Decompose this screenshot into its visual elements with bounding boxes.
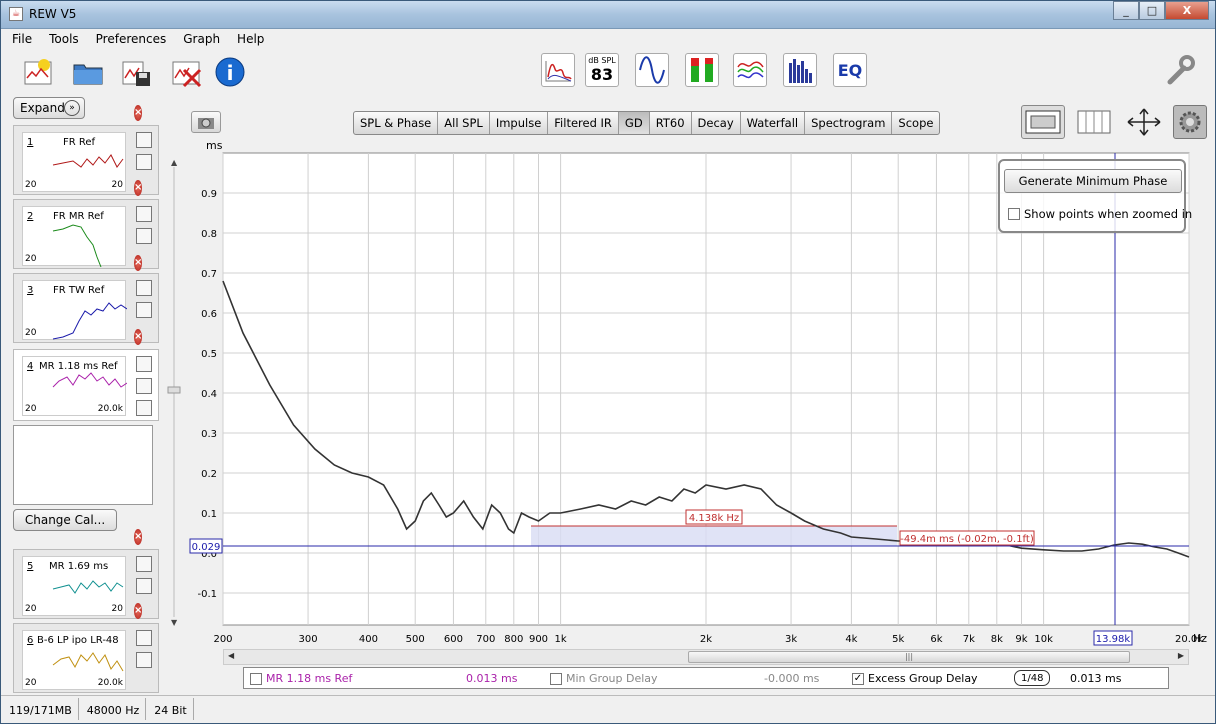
excess-gd-checkbox[interactable]: ✓ bbox=[852, 672, 864, 685]
y-tick-label: 0.9 bbox=[201, 189, 217, 200]
cursor-range-band bbox=[531, 526, 897, 546]
y-tick-label: -0.1 bbox=[197, 589, 217, 600]
trace-checkbox[interactable] bbox=[250, 672, 262, 685]
x-tick-label: 5k bbox=[892, 634, 904, 645]
excess-gd-toggle[interactable]: ✓ Excess Group Delay bbox=[852, 672, 978, 685]
x-tick-label: 900 bbox=[529, 634, 548, 645]
x-tick-label: 8k bbox=[991, 634, 1003, 645]
scroll-right-arrow[interactable]: ▶ bbox=[1178, 651, 1184, 660]
x-tick-label: 7k bbox=[963, 634, 975, 645]
x-tick-label: 1k bbox=[555, 634, 567, 645]
x-tick-label: 9k bbox=[1015, 634, 1027, 645]
cursor-x-value: 13.98k bbox=[1096, 634, 1131, 645]
x-tick-label: 400 bbox=[359, 634, 378, 645]
bit-depth: 24 Bit bbox=[146, 698, 194, 720]
min-gd-checkbox[interactable] bbox=[550, 672, 562, 685]
scroll-thumb[interactable]: ||| bbox=[688, 651, 1130, 663]
y-tick-label: 0.1 bbox=[201, 509, 217, 520]
x-axis-unit: Hz bbox=[1193, 632, 1207, 645]
x-tick-label: 300 bbox=[299, 634, 318, 645]
min-gd-value: -0.000 ms bbox=[764, 672, 820, 685]
sample-rate: 48000 Hz bbox=[79, 698, 147, 720]
status-bar: 119/171MB 48000 Hz 24 Bit bbox=[1, 695, 1215, 723]
app-window: ☕ REW V5 _ □ X File Tools Preferences Gr… bbox=[0, 0, 1216, 724]
show-points-row[interactable]: Show points when zoomed in bbox=[1008, 207, 1192, 221]
x-tick-label: 2k bbox=[700, 634, 712, 645]
group-delay-chart[interactable]: 0.90.80.70.60.50.40.30.20.10.0-0.1 200 30… bbox=[1, 1, 1216, 724]
y-tick-label: 0.2 bbox=[201, 469, 217, 480]
smoothing-selector[interactable]: 1/48 bbox=[1014, 670, 1051, 686]
memory-usage: 119/171MB bbox=[1, 698, 79, 720]
x-tick-label: 200 bbox=[213, 634, 232, 645]
x-tick-label: 500 bbox=[406, 634, 425, 645]
x-tick-label: 700 bbox=[476, 634, 495, 645]
excess-gd-value: 0.013 ms bbox=[1070, 672, 1122, 685]
gd-options-panel: Generate Minimum Phase Show points when … bbox=[998, 159, 1192, 233]
scroll-left-arrow[interactable]: ◀ bbox=[228, 651, 234, 660]
y-tick-label: 0.4 bbox=[201, 389, 217, 400]
x-axis-scrollbar[interactable]: ◀ ||| ▶ bbox=[223, 649, 1189, 665]
y-tick-label: 0.5 bbox=[201, 349, 217, 360]
x-tick-label: 800 bbox=[504, 634, 523, 645]
y-tick-label: 0.6 bbox=[201, 309, 217, 320]
cursor-y-value: 0.029 bbox=[192, 542, 221, 553]
y-tick-label: 0.3 bbox=[201, 429, 217, 440]
show-points-label: Show points when zoomed in bbox=[1024, 207, 1193, 221]
trace-toggle[interactable]: MR 1.18 ms Ref bbox=[250, 672, 352, 685]
x-tick-label: 10k bbox=[1034, 634, 1053, 645]
range-delta-label: -49.4m ms (-0.02m, -0.1ft) bbox=[900, 534, 1034, 545]
trace-value: 0.013 ms bbox=[466, 672, 518, 685]
x-tick-label: 4k bbox=[845, 634, 857, 645]
min-gd-toggle[interactable]: Min Group Delay bbox=[550, 672, 658, 685]
trace-legend-bar: MR 1.18 ms Ref 0.013 ms Min Group Delay … bbox=[243, 667, 1169, 689]
y-tick-label: 0.7 bbox=[201, 269, 217, 280]
excess-gd-label: Excess Group Delay bbox=[868, 672, 978, 685]
y-tick-label: 0.8 bbox=[201, 229, 217, 240]
show-points-checkbox[interactable] bbox=[1008, 208, 1020, 220]
min-gd-label: Min Group Delay bbox=[566, 672, 658, 685]
x-tick-label: 6k bbox=[930, 634, 942, 645]
x-tick-label: 600 bbox=[444, 634, 463, 645]
trace-name: MR 1.18 ms Ref bbox=[266, 672, 353, 685]
generate-minimum-phase-button[interactable]: Generate Minimum Phase bbox=[1004, 169, 1182, 193]
x-tick-label: 3k bbox=[785, 634, 797, 645]
range-width-label: 4.138k Hz bbox=[689, 513, 739, 524]
